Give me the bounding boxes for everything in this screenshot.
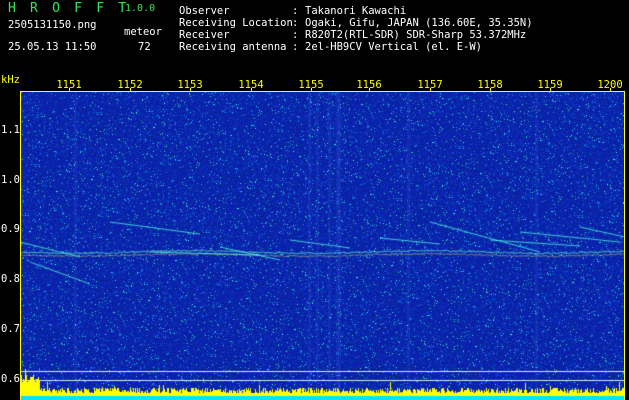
app-version: 1.0.0 (125, 3, 156, 14)
receiver-label: Receiver (179, 29, 230, 41)
frequency-unit-label: kHz (1, 74, 20, 86)
antenna-colon: : (292, 41, 299, 53)
frequency-tick-label: 0.9 (1, 223, 20, 235)
app-brand: H R O F F T (8, 1, 130, 16)
frequency-tick-label: 0.7 (1, 323, 20, 335)
observer-colon: : (292, 5, 299, 17)
meteor-count-value: 72 (138, 41, 151, 53)
plot-right-border (624, 92, 625, 400)
time-tick-mark (190, 88, 191, 92)
antenna-value: 2el-HB9CV Vertical (el. E-W) (305, 41, 483, 53)
time-tick-mark (251, 88, 252, 92)
receiver-colon: : (292, 29, 299, 41)
frequency-tick-label: 1.1 (1, 124, 20, 136)
observer-label: Observer (179, 5, 230, 17)
time-tick-mark (311, 88, 312, 92)
location-value: Ogaki, Gifu, JAPAN (136.60E, 35.35N) (305, 17, 533, 29)
time-tick-mark (69, 88, 70, 92)
capture-timestamp: 25.05.13 11:50 (8, 41, 97, 53)
time-tick-mark (610, 88, 611, 92)
time-tick-mark (550, 88, 551, 92)
plot-top-border (20, 91, 625, 92)
location-colon: : (292, 17, 299, 29)
plot-left-border (20, 92, 21, 400)
observer-value: Takanori Kawachi (305, 5, 407, 17)
frequency-tick-label: 1.0 (1, 174, 20, 186)
antenna-label: Receiving antenna (179, 41, 287, 53)
time-tick-mark (430, 88, 431, 92)
frequency-tick-label: 0.6 (1, 373, 20, 385)
frequency-tick-label: 0.8 (1, 273, 20, 285)
location-label: Receiving Location (179, 17, 293, 29)
file-name: 2505131150.png (8, 19, 97, 31)
spectrogram-canvas (20, 92, 625, 400)
meteor-count-label: meteor (124, 26, 162, 38)
time-tick-mark (130, 88, 131, 92)
receiver-value: R820T2(RTL-SDR) SDR-Sharp 53.372MHz (305, 29, 527, 41)
hrofft-window: H R O F F T 1.0.0 2505131150.png 25.05.1… (0, 0, 629, 400)
time-tick-mark (369, 88, 370, 92)
time-tick-mark (490, 88, 491, 92)
